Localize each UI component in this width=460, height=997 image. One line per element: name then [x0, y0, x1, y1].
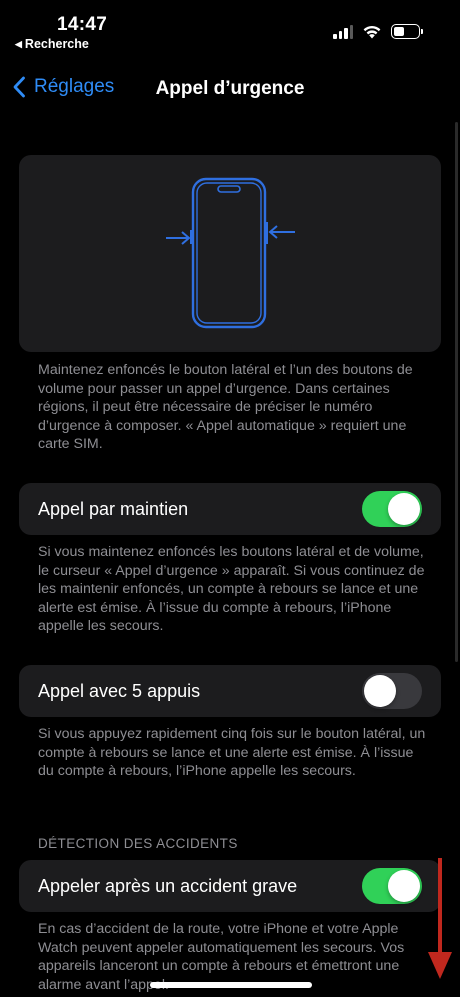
appel-5-appuis-toggle[interactable]	[362, 673, 422, 709]
crash-detection-toggle[interactable]	[362, 868, 422, 904]
navigation-bar: Réglages Appel d’urgence	[0, 70, 460, 110]
setting-label: Appeler après un accident grave	[38, 875, 298, 896]
scroll-down-arrow-icon	[428, 858, 452, 979]
setting-footer: Si vous maintenez enfoncés les boutons l…	[38, 544, 425, 634]
battery-icon	[391, 24, 423, 39]
status-bar: 14:47 ◀ Recherche	[0, 0, 460, 60]
home-indicator[interactable]	[150, 982, 312, 988]
page-title: Appel d’urgence	[0, 78, 460, 100]
appel-par-maintien-toggle[interactable]	[362, 491, 422, 527]
scroll-indicator	[455, 122, 458, 662]
section-header: DÉTECTION DES ACCIDENTS	[38, 836, 238, 851]
status-time: 14:47	[57, 14, 108, 35]
wifi-icon	[363, 25, 381, 39]
back-triangle-icon: ◀	[15, 39, 22, 49]
setting-footer: Si vous appuyez rapidement cinq fois sur…	[38, 726, 426, 779]
cellular-signal-icon	[333, 24, 353, 39]
setting-label: Appel avec 5 appuis	[38, 680, 201, 701]
setting-row-appel-par-maintien: Appel par maintien	[19, 483, 441, 535]
intro-description: Maintenez enfoncés le bouton latéral et …	[38, 362, 413, 452]
back-to-app-link[interactable]: ◀ Recherche	[15, 37, 89, 51]
setting-row-appel-5-appuis: Appel avec 5 appuis	[19, 665, 441, 717]
illustration-card	[19, 155, 441, 352]
back-app-label: Recherche	[24, 37, 89, 51]
page-title-text: Appel d’urgence	[155, 78, 305, 99]
phone-side-buttons-icon	[166, 177, 295, 329]
setting-row-crash-detection: Appeler après un accident grave	[19, 860, 441, 912]
setting-label: Appel par maintien	[38, 498, 189, 519]
